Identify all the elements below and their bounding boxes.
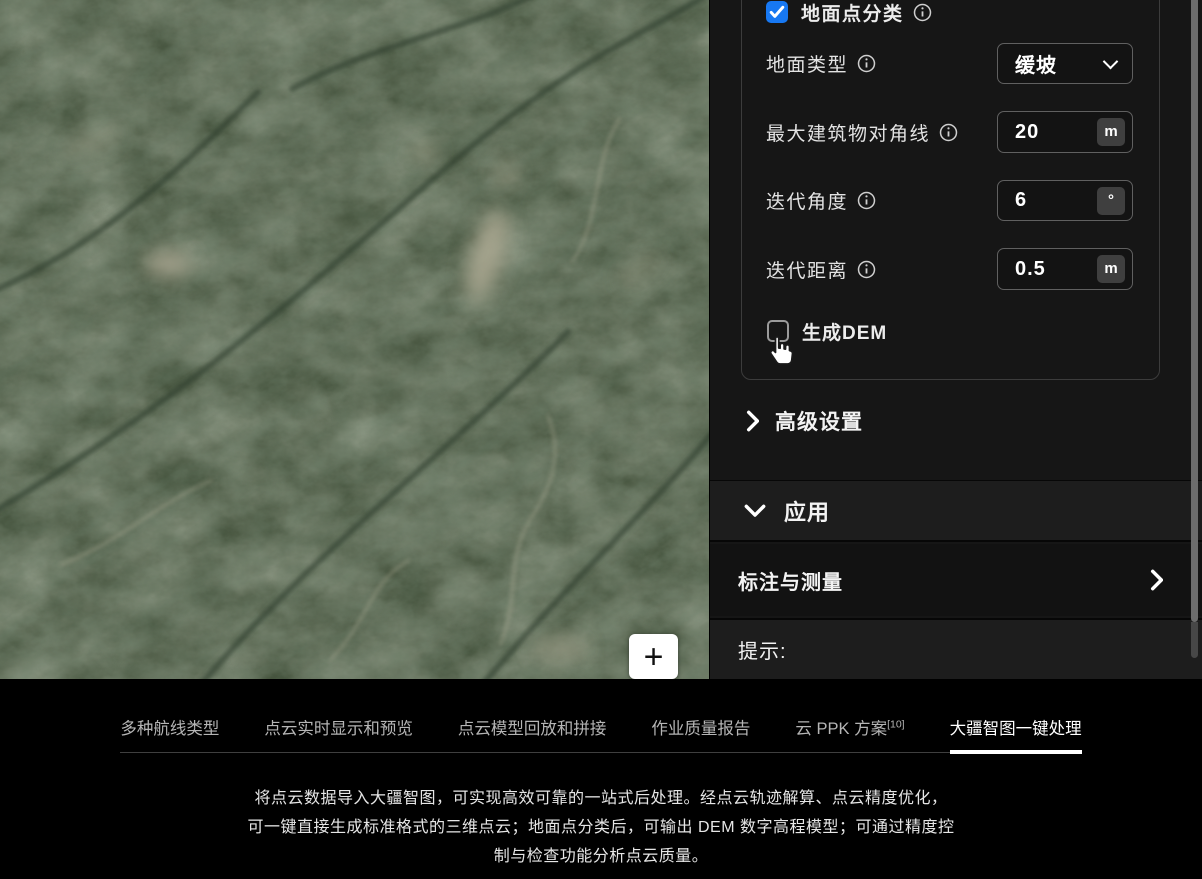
footer-tabs: 多种航线类型 点云实时显示和预览 点云模型回放和拼接 作业质量报告 云 PPK 方案[1… — [120, 715, 1081, 753]
generate-dem-row: 生成DEM — [710, 319, 1202, 343]
zoom-in-button[interactable]: + — [629, 634, 678, 679]
ground-type-select[interactable]: 缓坡 — [997, 43, 1133, 84]
ground-classification-label: 地面点分类 — [801, 0, 904, 26]
tip-label: 提示: — [738, 635, 787, 664]
iteration-distance-value: 0.5 — [998, 258, 1046, 281]
generate-dem-label: 生成DEM — [802, 318, 887, 345]
scrollbar-thumb[interactable] — [1191, 0, 1198, 622]
info-icon[interactable] — [913, 3, 932, 22]
map-viewport[interactable]: + — [0, 0, 709, 679]
unit-badge-meter: m — [1097, 118, 1125, 146]
scrollbar-track-end — [1191, 622, 1198, 658]
scrollbar[interactable] — [1191, 0, 1198, 679]
max-building-diagonal-input[interactable]: 20 m — [997, 111, 1133, 153]
chevron-right-icon — [1150, 569, 1163, 591]
footer-tab[interactable]: 多种航线类型 — [120, 715, 219, 752]
info-icon[interactable] — [857, 191, 876, 210]
footer-tab[interactable]: 作业质量报告 — [651, 715, 750, 752]
generate-dem-checkbox[interactable] — [767, 320, 789, 342]
footer-tab[interactable]: 云 PPK 方案[10] — [795, 715, 904, 752]
feature-description: 将点云数据导入大疆智图，可实现高效可靠的一站式后处理。经点云轨迹解算、点云精度优… — [247, 784, 955, 871]
unit-badge-meter: m — [1097, 255, 1125, 283]
feature-footer: 多种航线类型 点云实时显示和预览 点云模型回放和拼接 作业质量报告 云 PPK 方案[1… — [0, 679, 1202, 879]
info-icon[interactable] — [939, 123, 958, 142]
satellite-imagery — [0, 0, 709, 679]
ground-type-value: 缓坡 — [998, 49, 1057, 78]
footer-tab[interactable]: 大疆智图一键处理 — [950, 715, 1082, 752]
iteration-angle-label: 迭代角度 — [766, 187, 848, 214]
footer-tab[interactable]: 点云模型回放和拼接 — [458, 715, 607, 752]
iteration-distance-label: 迭代距离 — [766, 256, 848, 283]
iteration-angle-input[interactable]: 6 ° — [997, 180, 1133, 221]
iteration-angle-value: 6 — [998, 189, 1027, 212]
info-icon[interactable] — [857, 54, 876, 73]
iteration-angle-row: 迭代角度 6 ° — [710, 180, 1202, 221]
iteration-distance-input[interactable]: 0.5 m — [997, 248, 1133, 290]
chevron-down-icon — [1103, 53, 1119, 69]
iteration-distance-row: 迭代距离 0.5 m — [710, 248, 1202, 290]
dji-terra-screen: + 地面点分类 地面类型 缓坡 — [0, 0, 1202, 879]
ground-classification-checkbox[interactable] — [766, 1, 788, 23]
chevron-right-icon — [746, 410, 759, 432]
advanced-settings-label: 高级设置 — [775, 406, 863, 436]
max-building-diagonal-row: 最大建筑物对角线 20 m — [710, 111, 1202, 153]
ground-type-label: 地面类型 — [766, 50, 848, 77]
ground-type-row: 地面类型 缓坡 — [710, 43, 1202, 84]
settings-panel: 地面点分类 地面类型 缓坡 最大建筑物对角线 — [709, 0, 1202, 679]
apply-section-toggle[interactable]: 应用 — [710, 480, 1202, 542]
max-building-diagonal-label: 最大建筑物对角线 — [766, 119, 930, 146]
max-building-diagonal-value: 20 — [998, 121, 1039, 144]
unit-badge-degree: ° — [1097, 187, 1125, 215]
apply-label: 应用 — [784, 495, 830, 527]
chevron-down-icon — [744, 504, 766, 517]
check-icon — [768, 4, 786, 20]
info-icon[interactable] — [857, 260, 876, 279]
annotate-measure-item[interactable]: 标注与测量 — [710, 544, 1202, 616]
footer-tab[interactable]: 点云实时显示和预览 — [264, 715, 413, 752]
ground-classification-row: 地面点分类 — [710, 0, 1202, 24]
advanced-settings-toggle[interactable]: 高级设置 — [710, 398, 1202, 444]
tip-section: 提示: — [710, 618, 1202, 679]
annotate-measure-label: 标注与测量 — [738, 566, 843, 595]
